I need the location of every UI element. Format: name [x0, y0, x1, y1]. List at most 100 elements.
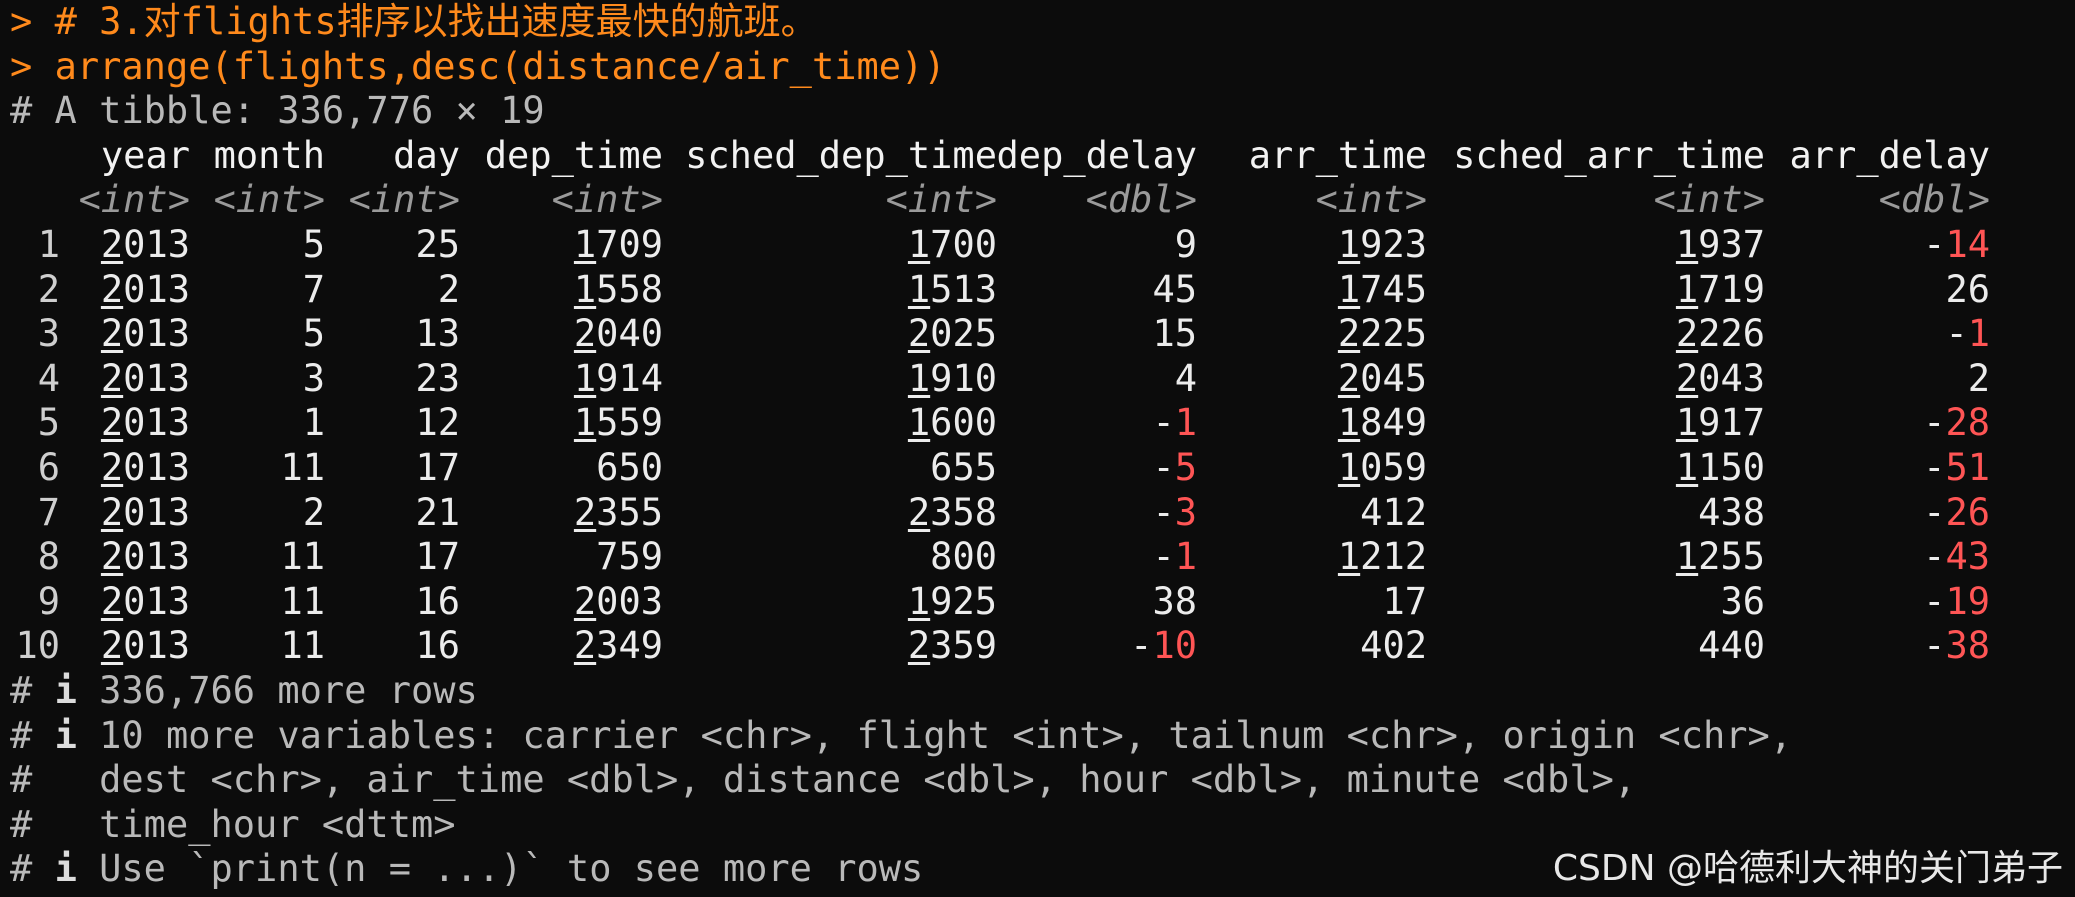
table-cell: 11: [280, 535, 325, 579]
row-number: 2: [37, 267, 60, 311]
row-number: 10: [15, 624, 60, 668]
table-cell: 1513: [907, 267, 997, 311]
column-type: <int>: [1315, 178, 1427, 222]
column-type: <int>: [1653, 178, 1765, 222]
table-cell: 2045: [1337, 356, 1427, 400]
table-row: 1 2013 5 25 1709 1700 9 1923 1937 -14: [10, 222, 1990, 268]
table-cell: 2040: [573, 312, 663, 356]
column-header: month: [213, 133, 325, 177]
table-cell: 25: [415, 222, 460, 266]
command-comment: # 3.对flights排序以找出速度最快的航班。: [54, 0, 818, 43]
column-type-row: <int> <int> <int> <int> <int> <dbl> <int> <int>…: [10, 178, 1990, 223]
table-cell: 2359: [907, 624, 997, 668]
table-cell: 655: [930, 445, 997, 489]
table-cell: 21: [415, 490, 460, 534]
table-cell: 1923: [1337, 222, 1427, 266]
row-number: 5: [37, 401, 60, 445]
column-header: dep_time: [484, 133, 663, 177]
row-number: 8: [37, 535, 60, 579]
table-cell: 2226: [1675, 312, 1765, 356]
column-type: <int>: [885, 178, 997, 222]
column-header: year: [100, 133, 190, 177]
table-cell: 13: [415, 312, 460, 356]
table-row: 10 2013 11 16 2349 2359 -10 402 440 -38: [10, 624, 1990, 669]
table-cell: 759: [596, 535, 663, 579]
table-cell: -1: [1152, 401, 1197, 445]
table-cell: 15: [1152, 312, 1197, 356]
column-header: dep_delay: [996, 133, 1197, 177]
table-cell: -19: [1923, 579, 1990, 623]
table-cell: 1: [302, 401, 325, 445]
table-row: 4 2013 3 23 1914 1910 4 2045 2043 2: [10, 356, 1990, 402]
table-cell: -1: [1945, 312, 1990, 356]
table-cell: 2013: [100, 535, 190, 579]
table-cell: -10: [1130, 624, 1197, 668]
table-cell: 1937: [1675, 222, 1765, 266]
table-cell: 2013: [100, 624, 190, 668]
table-cell: -3: [1152, 490, 1197, 534]
info-icon: i: [54, 847, 77, 891]
table-row: 3 2013 5 13 2040 2025 15 2225 2226 -1: [10, 312, 1990, 357]
table-cell: 17: [415, 535, 460, 579]
table-cell: 1925: [907, 579, 997, 623]
table-cell: 1059: [1337, 445, 1427, 489]
table-cell: 1849: [1337, 401, 1427, 445]
table-cell: 7: [302, 267, 325, 311]
table-cell: 2013: [100, 312, 190, 356]
column-type: <int>: [213, 178, 325, 222]
table-cell: 9: [1174, 222, 1197, 266]
table-cell: 402: [1360, 624, 1427, 668]
table-cell: 12: [415, 401, 460, 445]
prompt-symbol: >: [10, 0, 33, 43]
table-cell: 2349: [573, 624, 663, 668]
table-row: 6 2013 11 17 650 655 -5 1059 1150 -51: [10, 445, 1990, 491]
table-cell: -26: [1923, 490, 1990, 534]
command-arrange: arrange(flights,desc(distance/air_time)): [54, 44, 946, 88]
row-number: 3: [37, 312, 60, 356]
row-number: 9: [37, 579, 60, 623]
table-cell: 1745: [1337, 267, 1427, 311]
more-vars-note: # i 10 more variables: carrier <chr>, fl…: [10, 713, 1793, 757]
row-number: 6: [37, 445, 60, 489]
table-cell: 1150: [1675, 445, 1765, 489]
table-cell: 2013: [100, 490, 190, 534]
table-cell: 1719: [1675, 267, 1765, 311]
command-line-2: > arrange(flights,desc(distance/air_time…: [10, 45, 1792, 90]
table-cell: 2358: [907, 490, 997, 534]
table-cell: 1910: [907, 356, 997, 400]
table-cell: 412: [1360, 490, 1427, 534]
table-cell: 45: [1152, 267, 1197, 311]
table-cell: 16: [415, 624, 460, 668]
table-cell: 1709: [573, 222, 663, 266]
table-cell: 2013: [100, 579, 190, 623]
table-cell: 1700: [907, 222, 997, 266]
tibble-info: # A tibble: 336,776 × 19: [10, 89, 545, 133]
table-cell: 1559: [573, 401, 663, 445]
table-cell: -43: [1923, 535, 1990, 579]
table-cell: 4: [1174, 356, 1197, 400]
table-cell: 2043: [1675, 356, 1765, 400]
r-console[interactable]: > # 3.对flights排序以找出速度最快的航班。 > arrange(fl…: [10, 0, 1990, 892]
table-cell: 2: [437, 267, 460, 311]
table-cell: -28: [1923, 401, 1990, 445]
table-row: 5 2013 1 12 1559 1600 -1 1849 1917 -28: [10, 401, 1990, 446]
table-cell: -51: [1923, 445, 1990, 489]
table-cell: 2025: [907, 312, 997, 356]
table-cell: 2003: [573, 579, 663, 623]
column-type: <dbl>: [1085, 178, 1197, 222]
more-vars-note-cont: # time_hour <dttm>: [10, 802, 456, 846]
column-header-row: year month day dep_time sched_dep_time dep_de…: [10, 133, 1990, 179]
column-type: <int>: [551, 178, 663, 222]
table-cell: 36: [1720, 579, 1765, 623]
table-cell: 2355: [573, 490, 663, 534]
table-cell: 1600: [907, 401, 997, 445]
table-cell: 2013: [100, 222, 190, 266]
info-icon: i: [54, 713, 77, 757]
table-cell: 17: [415, 445, 460, 489]
table-row: 8 2013 11 17 759 800 -1 1212 1255 -43: [10, 535, 1990, 580]
table-cell: 11: [280, 624, 325, 668]
prompt-symbol: >: [10, 44, 33, 88]
table-cell: 1212: [1337, 535, 1427, 579]
column-header: arr_time: [1248, 133, 1427, 177]
table-cell: 1255: [1675, 535, 1765, 579]
